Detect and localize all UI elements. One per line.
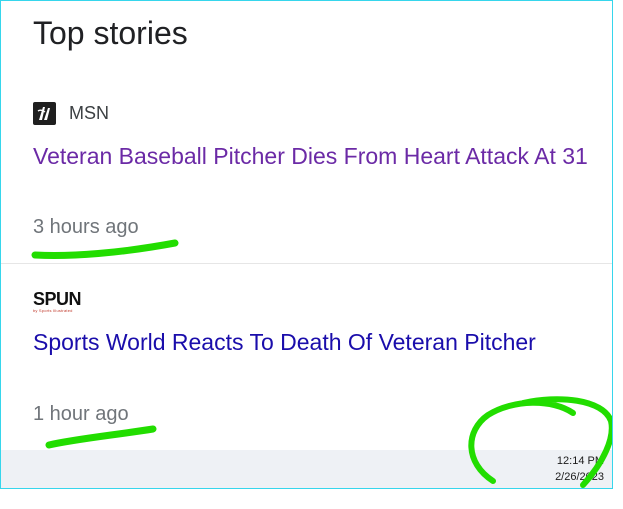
top-stories-panel: Top stories MSN Veteran Baseball Pitcher… (0, 0, 613, 489)
story-card[interactable]: SPUN by Sports Illustrated Sports World … (1, 264, 612, 450)
clock-time: 12:14 PM (556, 455, 604, 467)
story-card[interactable]: MSN Veteran Baseball Pitcher Dies From H… (1, 86, 612, 263)
the-spun-logo-icon: SPUN by Sports Illustrated (33, 289, 82, 313)
story-timestamp: 3 hours ago (33, 216, 139, 238)
taskbar (1, 450, 612, 488)
story-headline-link[interactable]: Sports World Reacts To Death Of Veteran … (33, 329, 536, 356)
story-timestamp: 1 hour ago (33, 403, 129, 425)
msn-logo-icon (33, 102, 56, 125)
source-name: MSN (69, 103, 109, 123)
taskbar-clock[interactable]: 12:14 PM 2/26/2023 (555, 453, 604, 485)
story-source: SPUN by Sports Illustrated (33, 289, 82, 313)
spun-logo-subtext: by Sports Illustrated (33, 308, 73, 313)
spun-logo-text: SPUN (33, 289, 82, 309)
story-headline-link[interactable]: Veteran Baseball Pitcher Dies From Heart… (33, 143, 588, 170)
clock-date: 2/26/2023 (555, 471, 604, 483)
section-title: Top stories (33, 15, 188, 51)
story-source: MSN (33, 102, 109, 125)
